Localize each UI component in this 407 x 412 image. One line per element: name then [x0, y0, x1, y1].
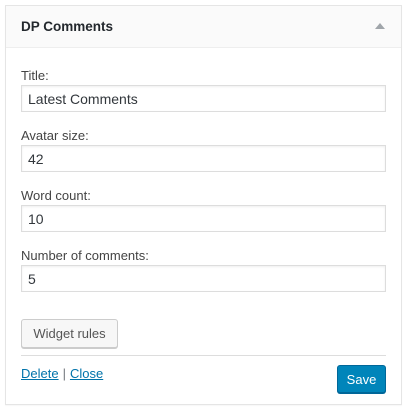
- number-of-comments-field-group: Number of comments:: [21, 248, 386, 292]
- widget-title: DP Comments: [21, 19, 114, 34]
- divider: [21, 355, 386, 356]
- avatar-size-field-group: Avatar size:: [21, 128, 386, 172]
- word-count-field-group: Word count:: [21, 188, 386, 232]
- avatar-size-label: Avatar size:: [21, 128, 89, 143]
- delete-link[interactable]: Delete: [21, 366, 59, 381]
- word-count-input[interactable]: [21, 205, 386, 232]
- number-of-comments-label: Number of comments:: [21, 248, 149, 263]
- title-input[interactable]: [21, 85, 386, 112]
- link-separator: |: [62, 366, 66, 381]
- widget-header[interactable]: DP Comments: [6, 6, 401, 48]
- number-of-comments-input[interactable]: [21, 265, 386, 292]
- title-label: Title:: [21, 68, 49, 83]
- widget-control-links: Delete | Close: [21, 366, 103, 381]
- collapse-arrow-icon[interactable]: [375, 23, 385, 29]
- word-count-label: Word count:: [21, 188, 91, 203]
- dp-comments-widget: DP Comments Title: Avatar size: Word cou…: [5, 5, 402, 405]
- title-field-group: Title:: [21, 68, 386, 112]
- avatar-size-input[interactable]: [21, 145, 386, 172]
- close-link[interactable]: Close: [70, 366, 103, 381]
- save-button[interactable]: Save: [337, 365, 386, 393]
- widget-rules-button[interactable]: Widget rules: [21, 319, 118, 348]
